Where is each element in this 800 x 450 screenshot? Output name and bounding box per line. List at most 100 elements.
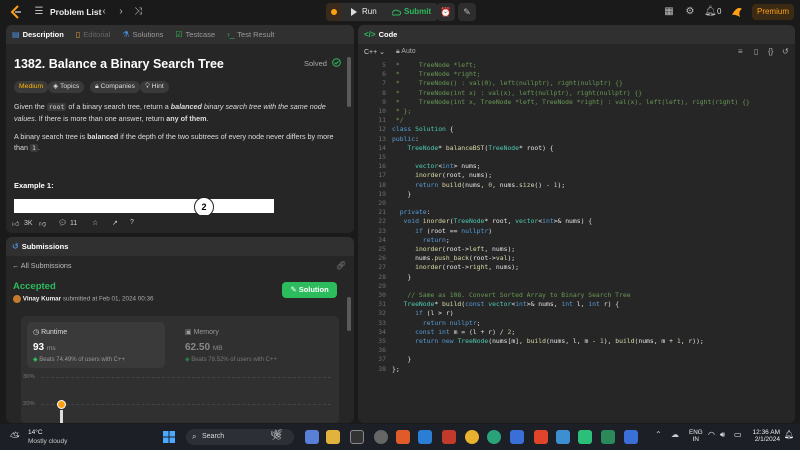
code-text[interactable]: void inorder(TreeNode* root, vector<int>…: [392, 217, 593, 226]
code-text[interactable]: inorder(root->left, nums);: [392, 245, 515, 254]
avatar[interactable]: [730, 5, 744, 19]
thumbs-up-icon[interactable]: 👍︎: [12, 219, 19, 228]
code-text[interactable]: return build(nums, 0, nums.size() - 1);: [392, 181, 565, 190]
lang-indicator[interactable]: ENG IN: [689, 429, 703, 443]
premium-button[interactable]: Premium: [752, 4, 794, 20]
battery-icon[interactable]: ▭: [734, 430, 742, 439]
all-submissions-link[interactable]: ← All Submissions: [12, 261, 72, 270]
code-text[interactable]: }: [392, 355, 411, 364]
code-text[interactable]: * TreeNode(int x) : val(x), left(nullptr…: [392, 89, 642, 98]
shuffle-icon[interactable]: ⤨: [132, 6, 144, 18]
vscode-icon[interactable]: [418, 430, 432, 444]
taskbar-search[interactable]: ⌕ Search 🌿︎: [186, 429, 294, 445]
code-text[interactable]: }: [392, 273, 411, 282]
prev-problem-icon[interactable]: ‹: [98, 6, 110, 18]
chrome-icon[interactable]: [465, 430, 479, 444]
settings-gear-icon[interactable]: ⚙: [684, 6, 696, 18]
docs-icon[interactable]: [624, 430, 638, 444]
tab-editorial[interactable]: ▯ Editorial: [70, 30, 117, 39]
code-editor[interactable]: 5 * TreeNode *left; 6 * TreeNode *right; 7…: [362, 61, 792, 416]
debug-button[interactable]: [326, 3, 342, 21]
windows-start-icon[interactable]: [163, 431, 175, 443]
code-text[interactable]: * TreeNode() : val(0), left(nullptr), ri…: [392, 79, 623, 88]
submissions-scrollbar[interactable]: [347, 297, 351, 331]
notes-icon[interactable]: ✎: [458, 3, 476, 21]
copilot-icon[interactable]: [305, 430, 319, 444]
wifi-icon[interactable]: ◠: [708, 430, 715, 439]
code-text[interactable]: vector<int> nums;: [392, 162, 480, 171]
notification-icon[interactable]: 🔔︎: [784, 430, 794, 439]
code-text[interactable]: */: [392, 116, 404, 125]
thumbs-down-icon[interactable]: 👎︎: [39, 219, 46, 228]
code-text[interactable]: if (root == nullptr): [392, 227, 492, 236]
problem-list-link[interactable]: Problem List: [50, 7, 101, 17]
code-text[interactable]: * };: [392, 107, 411, 116]
code-text[interactable]: * TreeNode *left;: [392, 61, 477, 70]
code-text[interactable]: inorder(root->right, nums);: [392, 263, 519, 272]
code-text[interactable]: TreeNode* balanceBST(TreeNode* root) {: [392, 144, 553, 153]
code-text[interactable]: return new TreeNode(nums[m], build(nums,…: [392, 337, 704, 346]
code-text[interactable]: * TreeNode *right;: [392, 70, 481, 79]
tab-code[interactable]: </> Code: [358, 30, 403, 39]
code-text[interactable]: return nullptr;: [392, 319, 481, 328]
tray-chevron-icon[interactable]: ⌃: [655, 430, 662, 439]
chatgpt-icon[interactable]: [578, 430, 592, 444]
link-icon[interactable]: 🔗︎: [336, 261, 346, 270]
tab-testcase[interactable]: ☑ Testcase: [169, 30, 221, 39]
volume-icon[interactable]: 🔊︎: [720, 430, 725, 440]
runtime-card[interactable]: ◷ Runtime 93 ms ◆ Beats 74.49% of users …: [27, 322, 165, 368]
problem-title[interactable]: 1382. Balance a Binary Search Tree: [14, 57, 224, 71]
alarm-icon[interactable]: ⏰: [437, 3, 455, 21]
tab-description[interactable]: ▤ Description: [6, 30, 70, 39]
code-text[interactable]: class Solution {: [392, 125, 454, 134]
code-text[interactable]: }: [392, 190, 411, 199]
share-icon[interactable]: ↗: [112, 219, 118, 227]
weather-icon[interactable]: ⛅︎: [10, 430, 20, 445]
tab-submissions[interactable]: ↺ Submissions: [6, 242, 74, 251]
leetcode-logo-icon[interactable]: [9, 5, 23, 19]
undo-icon[interactable]: ↺: [782, 47, 789, 56]
code-text[interactable]: inorder(root, nums);: [392, 171, 492, 180]
code-text[interactable]: return;: [392, 236, 450, 245]
settings-app-icon[interactable]: [374, 430, 388, 444]
tab-solutions[interactable]: ⚗ Solutions: [116, 30, 169, 39]
hint-tag[interactable]: 💡︎ Hint: [140, 81, 169, 93]
file-explorer-icon[interactable]: [326, 430, 340, 444]
app-icon[interactable]: [396, 430, 410, 444]
topics-tag[interactable]: ◈ Topics: [48, 81, 85, 93]
submit-button[interactable]: Submit: [404, 7, 431, 16]
comment-icon[interactable]: 💬︎: [58, 219, 67, 227]
run-button[interactable]: Run: [362, 7, 377, 16]
code-text[interactable]: // Same as 108. Convert Sorted Array to …: [392, 291, 630, 300]
code-text[interactable]: };: [392, 365, 400, 374]
problem-list-icon[interactable]: ☰: [33, 6, 45, 18]
sheets-icon[interactable]: [601, 430, 615, 444]
description-scrollbar[interactable]: [347, 57, 351, 107]
companies-tag[interactable]: 🔒︎ Companies: [90, 81, 140, 93]
code-text[interactable]: * TreeNode(int x, TreeNode *left, TreeNo…: [392, 98, 750, 107]
notification-bell-icon[interactable]: 🔔︎: [704, 6, 717, 18]
runtime-marker[interactable]: [57, 400, 66, 409]
auto-mode[interactable]: 🔒︎ Auto: [396, 48, 416, 56]
code-text[interactable]: public:: [392, 135, 419, 144]
bookmark-icon[interactable]: ▯: [754, 47, 758, 56]
code-text[interactable]: TreeNode* build(const vector<int>& nums,…: [392, 300, 620, 309]
code-text[interactable]: if (l > r): [392, 309, 453, 318]
layout-icon[interactable]: ▦: [663, 6, 675, 18]
next-problem-icon[interactable]: ›: [115, 6, 127, 18]
tab-test-result[interactable]: ›_ Test Result: [221, 30, 280, 39]
memory-card[interactable]: ▣ Memory 62.50 MB ◆ Beats 78.52% of user…: [185, 322, 323, 368]
code-text[interactable]: private:: [392, 208, 431, 217]
app-icon-2[interactable]: [556, 430, 570, 444]
cloud-icon[interactable]: ☁: [671, 430, 679, 439]
star-icon[interactable]: ☆: [92, 219, 98, 227]
reset-icon[interactable]: {}: [768, 47, 773, 56]
app-icon-blue[interactable]: [510, 430, 524, 444]
brave-icon[interactable]: [534, 430, 548, 444]
clock[interactable]: 12:36 AM 2/1/2024: [748, 429, 780, 443]
format-icon[interactable]: ≡: [738, 47, 743, 56]
app-icon-red[interactable]: [442, 430, 456, 444]
code-text[interactable]: nums.push_back(root->val);: [392, 254, 515, 263]
language-select[interactable]: C++ ⌄: [364, 48, 385, 56]
code-text[interactable]: const int m = (l + r) / 2;: [392, 328, 515, 337]
